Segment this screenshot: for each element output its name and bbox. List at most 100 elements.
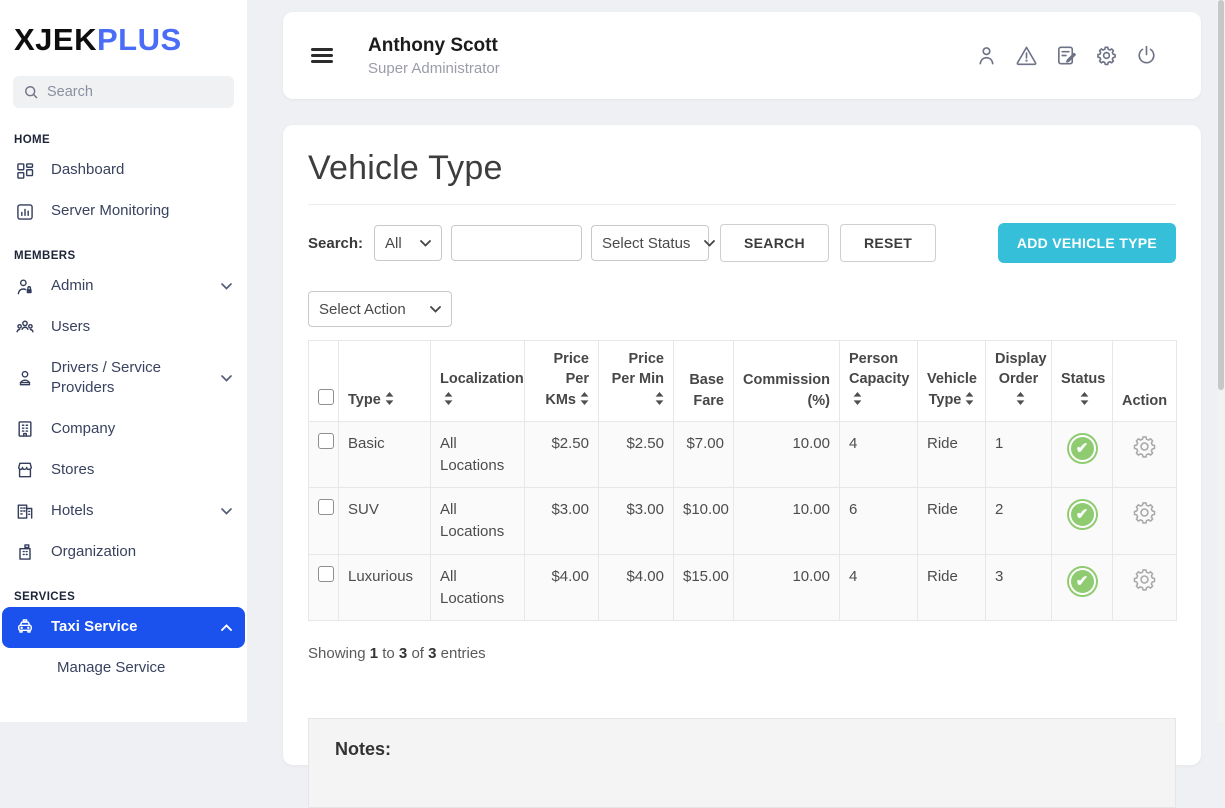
summary-text: of: [411, 645, 424, 662]
sidebar-item-drivers-service-providers[interactable]: Drivers / Service Providers: [0, 348, 247, 409]
topbar-icons: [974, 43, 1159, 68]
sidebar-item-label: Server Monitoring: [51, 201, 233, 221]
sidebar-item-server-monitoring[interactable]: Server Monitoring: [0, 191, 247, 232]
sort-icon[interactable]: [853, 391, 862, 411]
status-active-icon[interactable]: ✔: [1067, 566, 1098, 597]
column-header-status[interactable]: Status: [1052, 341, 1113, 422]
column-header-display-order[interactable]: Display Order: [986, 341, 1052, 422]
search-label: Search:: [308, 235, 363, 252]
chevron-up-icon: [221, 624, 233, 631]
cell-price-per-min: $2.50: [599, 421, 674, 488]
sidebar-search[interactable]: [13, 76, 234, 108]
column-header-label: Commission (%): [743, 372, 830, 408]
admin-icon: [15, 276, 36, 297]
sidebar-item-organization[interactable]: Organization: [0, 532, 247, 573]
cell-base-fare: $7.00: [674, 421, 734, 488]
chevron-down-icon: [221, 508, 233, 515]
search-field-select-value: All: [385, 235, 402, 252]
select-all-checkbox[interactable]: [318, 389, 334, 405]
settings-icon[interactable]: [1094, 43, 1119, 68]
table-row: BasicAll Locations$2.50$2.50$7.0010.004R…: [309, 421, 1177, 488]
cell-base-fare: $15.00: [674, 554, 734, 621]
summary-text: Showing: [308, 645, 366, 662]
column-header-price-per-kms[interactable]: Price Per KMs: [525, 341, 599, 422]
status-filter-select[interactable]: Select Status: [591, 225, 709, 261]
row-settings-gear-icon[interactable]: [1131, 566, 1158, 593]
search-input[interactable]: [451, 225, 582, 261]
bulk-action-select[interactable]: Select Action: [308, 291, 452, 327]
users-icon: [15, 317, 36, 338]
cell-price-per-kms: $4.00: [525, 554, 599, 621]
table-row: SUVAll Locations$3.00$3.00$10.0010.006Ri…: [309, 488, 1177, 555]
search-field-select[interactable]: All: [374, 225, 442, 261]
status-active-icon[interactable]: ✔: [1067, 433, 1098, 464]
sidebar-section-label: HOME: [0, 116, 247, 150]
scrollbar-thumb[interactable]: [1218, 0, 1224, 390]
column-header-person-capacity[interactable]: Person Capacity: [840, 341, 918, 422]
sort-icon[interactable]: [444, 391, 453, 411]
sort-icon[interactable]: [385, 391, 394, 411]
sort-icon[interactable]: [580, 391, 589, 411]
add-vehicle-type-button[interactable]: ADD VEHICLE TYPE: [998, 223, 1176, 263]
cell-price-per-min: $4.00: [599, 554, 674, 621]
notes-title: Notes:: [335, 739, 1149, 760]
report-icon[interactable]: [1054, 43, 1079, 68]
column-header-price-per-min[interactable]: Price Per Min: [599, 341, 674, 422]
sidebar-item-dashboard[interactable]: Dashboard: [0, 150, 247, 191]
column-header-label: Person Capacity: [849, 351, 909, 387]
cell-display-order: 1: [986, 421, 1052, 488]
column-header-label: Action: [1122, 393, 1167, 409]
row-settings-gear-icon[interactable]: [1131, 499, 1158, 526]
brand-name-secondary: PLUS: [97, 22, 182, 57]
sort-icon[interactable]: [1016, 391, 1025, 411]
sidebar-item-manage-service[interactable]: Manage Service: [0, 648, 247, 688]
search-button[interactable]: SEARCH: [720, 224, 829, 262]
cell-vehicle-type: Ride: [918, 421, 986, 488]
entries-summary: Showing 1 to 3 of 3 entries: [308, 645, 1176, 662]
sidebar-item-stores[interactable]: Stores: [0, 450, 247, 491]
column-header-action: Action: [1113, 341, 1177, 422]
sidebar-item-company[interactable]: Company: [0, 409, 247, 450]
chevron-down-icon: [430, 306, 441, 313]
column-header-commission: Commission (%): [734, 341, 840, 422]
sidebar-item-label: Stores: [51, 460, 233, 480]
summary-total-value: 3: [428, 645, 436, 662]
sidebar-item-taxi-service[interactable]: Taxi Service: [2, 607, 245, 648]
row-settings-gear-icon[interactable]: [1131, 433, 1158, 460]
menu-toggle-icon[interactable]: [311, 44, 333, 66]
row-checkbox[interactable]: [318, 433, 334, 449]
row-checkbox[interactable]: [318, 499, 334, 515]
logout-icon[interactable]: [1134, 43, 1159, 68]
summary-text: entries: [441, 645, 486, 662]
sidebar-item-label: Organization: [51, 542, 233, 562]
monitor-icon: [15, 201, 36, 222]
title-divider: [308, 204, 1176, 205]
status-active-icon[interactable]: ✔: [1067, 499, 1098, 530]
row-checkbox[interactable]: [318, 566, 334, 582]
sidebar-item-admin[interactable]: Admin: [0, 266, 247, 307]
cell-base-fare: $10.00: [674, 488, 734, 555]
reset-button[interactable]: RESET: [840, 224, 936, 262]
alert-icon[interactable]: [1014, 43, 1039, 68]
column-header-localization[interactable]: Localization: [431, 341, 525, 422]
sidebar-item-users[interactable]: Users: [0, 307, 247, 348]
sidebar-item-hotels[interactable]: Hotels: [0, 491, 247, 532]
scrollbar[interactable]: [1217, 0, 1225, 722]
chevron-down-icon: [221, 375, 233, 382]
sidebar-item-label: Hotels: [51, 501, 206, 521]
sort-icon[interactable]: [655, 391, 664, 411]
sort-icon[interactable]: [1080, 391, 1089, 411]
column-header-base-fare: Base Fare: [674, 341, 734, 422]
column-header-label: Type: [348, 392, 381, 408]
column-header-vehicle-type[interactable]: Vehicle Type: [918, 341, 986, 422]
sidebar-item-label: Admin: [51, 276, 206, 296]
main-content: Vehicle Type Search: All Select Status S…: [283, 125, 1201, 765]
user-info: Anthony Scott Super Administrator: [368, 35, 500, 77]
profile-icon[interactable]: [974, 43, 999, 68]
store-icon: [15, 460, 36, 481]
chevron-down-icon: [704, 240, 715, 247]
sidebar-search-input[interactable]: [47, 84, 224, 100]
sort-icon[interactable]: [965, 391, 974, 411]
column-header-type[interactable]: Type: [339, 341, 431, 422]
table-header-row: Type LocalizationPrice Per KMsPrice Per M…: [309, 341, 1177, 422]
